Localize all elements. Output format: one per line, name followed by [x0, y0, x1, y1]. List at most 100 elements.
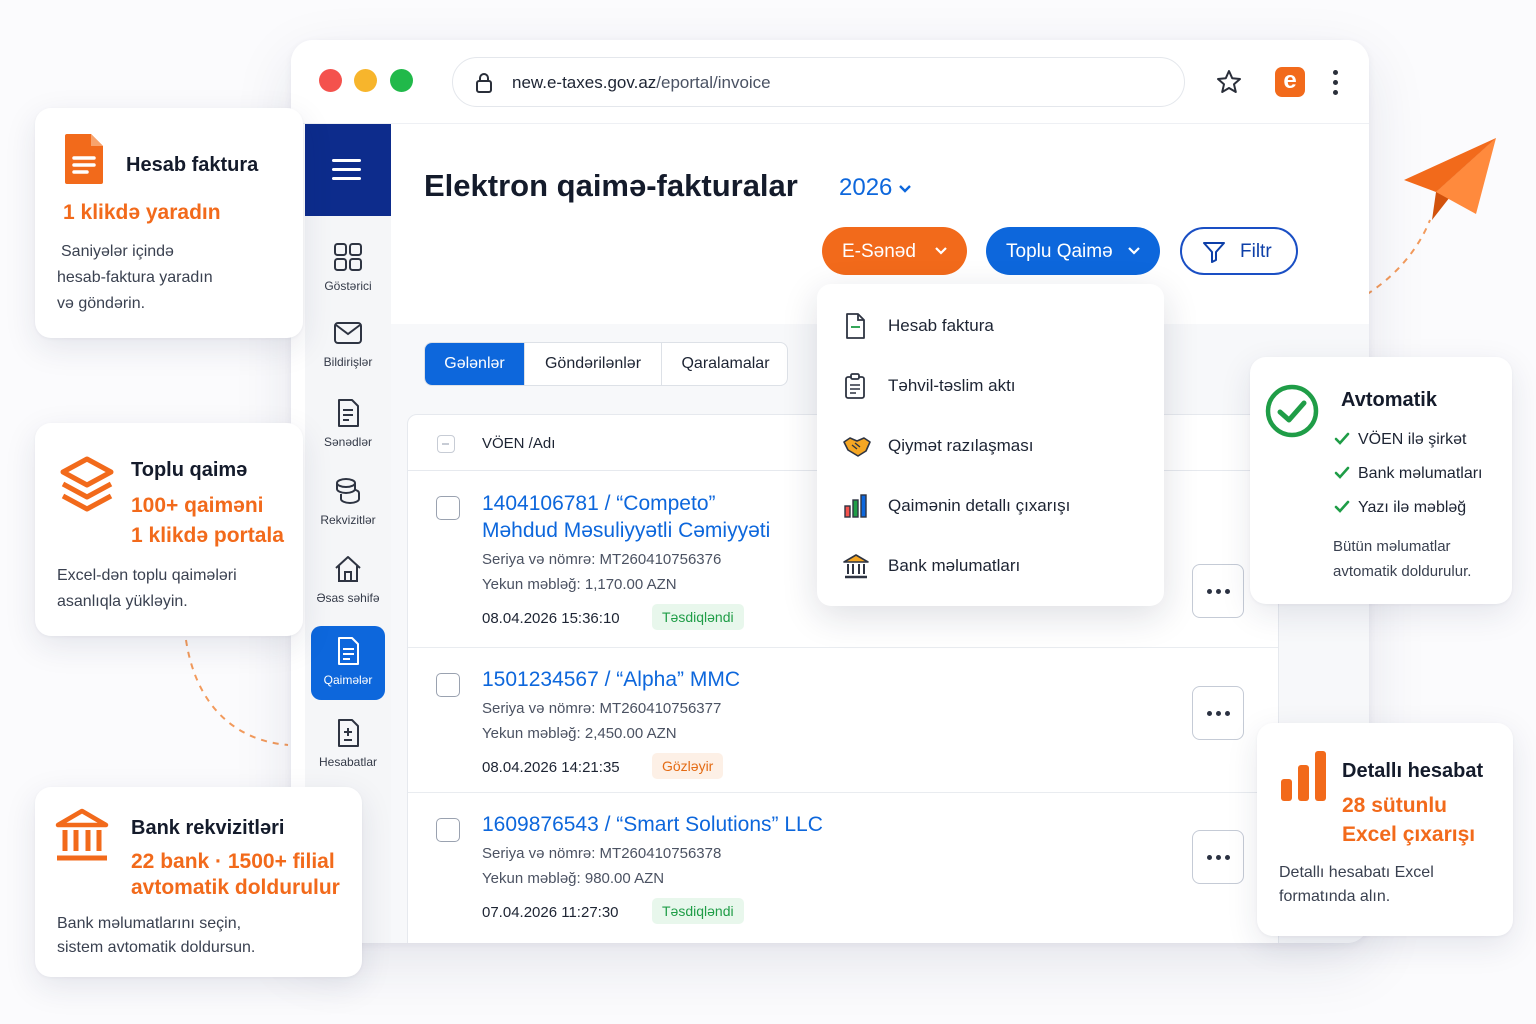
column-header-voen: VÖEN /Adı [482, 435, 556, 452]
e-sened-label: E-Sənəd [842, 241, 916, 262]
feature-card-bank: Bank rekvizitləri 22 bank · 1500+ filial… [35, 787, 362, 977]
maximize-window-button[interactable] [390, 69, 413, 92]
browser-menu-icon[interactable] [1331, 70, 1339, 96]
sidebar-item-qaimeler[interactable]: Qaimələr [311, 626, 385, 700]
row-more-button[interactable] [1192, 686, 1244, 740]
row-title-link[interactable]: 1501234567 / “Alpha” MMC [482, 666, 740, 693]
tab-gelenler[interactable]: Gələnlər [425, 343, 525, 385]
bank-icon [55, 808, 109, 861]
dropdown-item-label: Bank məlumatları [888, 556, 1021, 575]
sidebar-item-label: Bildirişlər [323, 355, 373, 369]
dropdown-item-label: Qaimənin detallı çıxarışı [888, 496, 1071, 515]
row-date: 08.04.2026 14:21:35 [482, 759, 620, 776]
mail-icon [334, 322, 362, 344]
layers-icon [60, 456, 114, 512]
row-date: 08.04.2026 15:36:10 [482, 610, 620, 627]
dropdown-item-hesab-faktura[interactable]: Hesab faktura [842, 312, 1142, 342]
chevron-down-icon [1128, 247, 1140, 255]
tab-bar: Gələnlər Göndərilənlər Qaralamalar [424, 342, 788, 386]
dropdown-item-tehvil-teslim[interactable]: Təhvil-təslim aktı [842, 372, 1142, 402]
hamburger-menu-button[interactable] [305, 124, 391, 216]
close-window-button[interactable] [319, 69, 342, 92]
row-serial: Seriya və nömrə: MT260410756377 [482, 700, 722, 717]
card-title: Hesab faktura [126, 154, 259, 176]
year-selector[interactable]: 2026 [839, 174, 912, 202]
browser-chrome: new.e-taxes.gov.az/eportal/invoice e [291, 40, 1369, 124]
dropdown-item-label: Qiymət razılaşması [888, 436, 1034, 455]
tab-qaralamalar[interactable]: Qaralamalar [662, 343, 787, 385]
feature-card-hesab-faktura: Hesab faktura 1 klikdə yaradın Saniyələr… [35, 108, 303, 338]
toplu-qaime-button[interactable]: Toplu Qaimə [986, 227, 1160, 275]
toplu-qaime-label: Toplu Qaimə [1006, 241, 1113, 262]
table-row[interactable]: 1609876543 / “Smart Solutions” LLC Seriy… [408, 793, 1278, 943]
sidebar-item-bildirisler[interactable]: Bildirişlər [311, 308, 385, 382]
url-domain: new.e-taxes.gov.az [512, 73, 657, 92]
report-icon [338, 719, 359, 747]
sidebar-item-label: Qaimələr [323, 673, 373, 687]
grid-icon [334, 243, 362, 271]
card-text: Bank məlumatlarını seçin, [57, 915, 242, 932]
card-text: formatında alın. [1279, 888, 1391, 905]
status-badge: Təsdiqləndi [652, 898, 744, 924]
dropdown-item-qiymet[interactable]: Qiymət razılaşması [842, 432, 1142, 462]
card-highlight: 1 klikdə yaradın [63, 201, 221, 224]
card-text: Excel-dən toplu qaimələri [57, 567, 237, 584]
card-title: Detallı hesabat [1342, 760, 1484, 782]
card-text: Detallı hesabatı Excel [1279, 864, 1434, 881]
sidebar-item-label: Sənədlər [323, 435, 373, 449]
row-more-button[interactable] [1192, 830, 1244, 884]
url-text: new.e-taxes.gov.az/eportal/invoice [512, 73, 771, 93]
home-icon [335, 556, 361, 582]
document-icon [338, 399, 359, 427]
url-path: /eportal/invoice [656, 73, 771, 92]
invoice-icon [338, 637, 359, 665]
row-amount: Yekun məbləğ: 980.00 AZN [482, 870, 665, 887]
year-value: 2026 [839, 174, 893, 201]
row-date: 07.04.2026 11:27:30 [482, 904, 619, 921]
feature-card-avtomatik: Avtomatik VÖEN ilə şirkət Bank məlumatla… [1250, 357, 1512, 604]
tab-gonderilenler[interactable]: Göndərilənlər [525, 343, 662, 385]
card-text: Saniyələr içində [61, 243, 174, 260]
bookmark-star-icon[interactable] [1215, 68, 1243, 96]
lock-icon [476, 73, 492, 93]
sidebar-item-label: Əsas səhifə [316, 591, 380, 605]
feature-card-detalli-hesabat: Detallı hesabat 28 sütunlu Excel çıxarış… [1257, 723, 1513, 936]
card-highlight: 1 klikdə portala [131, 524, 284, 547]
check-icon [1334, 432, 1350, 445]
row-title-link[interactable]: 1404106781 / “Competo” Məhdud Məsuliyyət… [482, 490, 770, 544]
feature-card-toplu-qaime: Toplu qaimə 100+ qaiməni 1 klikdə portal… [35, 423, 303, 636]
dropdown-item-detalli-cixaris[interactable]: Qaimənin detallı çıxarışı [842, 492, 1142, 522]
handshake-icon [843, 437, 871, 457]
extension-e-icon[interactable]: e [1275, 67, 1305, 97]
status-badge: Gözləyir [652, 753, 724, 779]
row-amount: Yekun məbləğ: 2,450.00 AZN [482, 725, 677, 742]
filter-icon [1203, 242, 1225, 263]
row-title-link[interactable]: 1609876543 / “Smart Solutions” LLC [482, 811, 823, 838]
sidebar-item-rekvizitler[interactable]: Rekvizitlər [311, 466, 385, 540]
e-sened-button[interactable]: E-Sənəd [822, 227, 967, 275]
filter-button[interactable]: Filtr [1180, 227, 1298, 275]
sidebar-item-senedler[interactable]: Sənədlər [311, 388, 385, 462]
row-checkbox[interactable] [436, 818, 460, 842]
clipboard-icon [845, 373, 865, 399]
row-title-line: 1404106781 / “Competo” [482, 492, 716, 515]
row-checkbox[interactable] [436, 673, 460, 697]
dropdown-item-bank[interactable]: Bank məlumatları [842, 552, 1142, 582]
address-bar[interactable]: new.e-taxes.gov.az/eportal/invoice [452, 57, 1185, 107]
sidebar-item-esas-sehife[interactable]: Əsas səhifə [311, 544, 385, 618]
card-title: Toplu qaimə [131, 459, 248, 481]
bank-icon [843, 554, 869, 579]
status-badge: Təsdiqləndi [652, 604, 744, 630]
select-all-checkbox[interactable] [437, 435, 455, 453]
row-more-button[interactable] [1192, 564, 1244, 618]
sidebar-item-hesabatlar[interactable]: Hesabatlar [311, 708, 385, 782]
row-checkbox[interactable] [436, 496, 460, 520]
dropdown-item-label: Hesab faktura [888, 316, 994, 335]
card-text: hesab-faktura yaradın [57, 269, 213, 286]
dropdown-item-label: Təhvil-təslim aktı [888, 376, 1016, 395]
sidebar-item-gosterici[interactable]: Göstərici [311, 232, 385, 306]
table-row[interactable]: 1501234567 / “Alpha” MMC Seriya və nömrə… [408, 648, 1278, 793]
paper-plane-icon [1404, 138, 1496, 220]
minimize-window-button[interactable] [354, 69, 377, 92]
check-item: Yazı ilə məbləğ [1334, 499, 1466, 517]
